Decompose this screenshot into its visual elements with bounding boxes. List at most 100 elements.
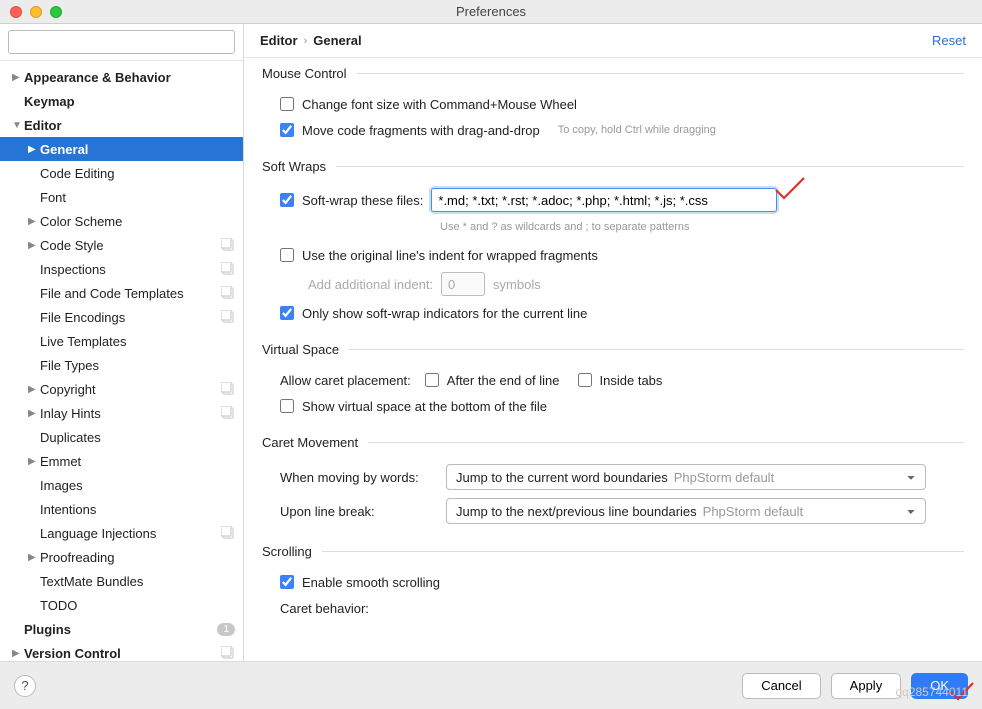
project-scope-icon [221,310,235,324]
label: Add additional indent: [308,277,433,292]
help-button[interactable]: ? [14,675,36,697]
breadcrumb-2: General [313,33,361,48]
section-legend: Mouse Control [262,66,357,81]
project-scope-icon [221,262,235,276]
count-badge: 1 [217,623,235,636]
chevron-right-icon: › [304,35,308,47]
sidebar-item-images[interactable]: Images [0,473,243,497]
sidebar-item-label: Proofreading [40,550,235,565]
sidebar-item-live-templates[interactable]: Live Templates [0,329,243,353]
sidebar-item-textmate-bundles[interactable]: TextMate Bundles [0,569,243,593]
project-scope-icon [221,526,235,540]
sidebar-item-code-style[interactable]: ▶Code Style [0,233,243,257]
sidebar-item-label: Version Control [24,646,221,661]
virtual-space-section: Virtual Space Allow caret placement: Aft… [262,342,964,435]
softwrap-files-checkbox[interactable] [280,193,294,207]
label: Show virtual space at the bottom of the … [302,399,547,414]
additional-indent-input [441,272,485,296]
sidebar-item-editor[interactable]: ▼Editor [0,113,243,137]
content-area[interactable]: Mouse Control Change font size with Comm… [244,58,982,661]
sidebar-item-label: Language Injections [40,526,221,541]
caret-movement-section: Caret Movement When moving by words: Jum… [262,435,964,544]
close-icon[interactable] [10,6,22,18]
sidebar-item-file-and-code-templates[interactable]: File and Code Templates [0,281,243,305]
sidebar-item-todo[interactable]: TODO [0,593,243,617]
softwrap-patterns-input[interactable] [431,188,777,212]
traffic-lights [0,6,62,18]
sidebar-item-language-injections[interactable]: Language Injections [0,521,243,545]
sidebar-item-keymap[interactable]: Keymap [0,89,243,113]
sidebar-item-intentions[interactable]: Intentions [0,497,243,521]
disclosure-arrow-icon: ▶ [28,384,40,395]
project-scope-icon [221,286,235,300]
sidebar-item-duplicates[interactable]: Duplicates [0,425,243,449]
reset-link[interactable]: Reset [932,33,966,48]
move-fragments-checkbox[interactable] [280,123,294,137]
sidebar-item-emmet[interactable]: ▶Emmet [0,449,243,473]
show-virtual-bottom-checkbox[interactable] [280,399,294,413]
hint: Use * and ? as wildcards and ; to separa… [440,221,689,233]
line-break-select[interactable]: Jump to the next/previous line boundarie… [446,498,926,524]
breadcrumb-header: Editor › General Reset [244,24,982,58]
minimize-icon[interactable] [30,6,42,18]
sidebar-item-font[interactable]: Font [0,185,243,209]
label: Soft-wrap these files: [302,193,423,208]
smooth-scrolling-checkbox[interactable] [280,575,294,589]
project-scope-icon [221,406,235,420]
settings-tree[interactable]: ▶Appearance & BehaviorKeymap▼Editor▶Gene… [0,61,243,661]
sidebar-item-proofreading[interactable]: ▶Proofreading [0,545,243,569]
body: ▶Appearance & BehaviorKeymap▼Editor▶Gene… [0,24,982,661]
inside-tabs-checkbox[interactable] [578,373,592,387]
sidebar-item-label: Duplicates [40,430,235,445]
only-show-indicators-checkbox[interactable] [280,306,294,320]
moving-by-words-select[interactable]: Jump to the current word boundaries PhpS… [446,464,926,490]
sidebar-item-version-control[interactable]: ▶Version Control [0,641,243,661]
cancel-button[interactable]: Cancel [742,673,820,699]
label: After the end of line [447,373,560,388]
sidebar-item-label: File Types [40,358,235,373]
search-wrap [0,24,243,61]
use-original-indent-checkbox[interactable] [280,248,294,262]
sidebar-item-label: Plugins [24,622,217,637]
label: symbols [493,277,541,292]
disclosure-arrow-icon: ▶ [28,144,40,155]
sidebar-item-code-editing[interactable]: Code Editing [0,161,243,185]
sidebar-item-file-encodings[interactable]: File Encodings [0,305,243,329]
disclosure-arrow-icon: ▶ [28,408,40,419]
label: Move code fragments with drag-and-drop [302,123,540,138]
sidebar-item-plugins[interactable]: Plugins1 [0,617,243,641]
sidebar-item-inlay-hints[interactable]: ▶Inlay Hints [0,401,243,425]
maximize-icon[interactable] [50,6,62,18]
section-legend: Scrolling [262,544,322,559]
disclosure-arrow-icon: ▶ [12,72,24,83]
disclosure-arrow-icon: ▶ [12,648,24,659]
label: Allow caret placement: [280,373,411,388]
mouse-control-section: Mouse Control Change font size with Comm… [262,66,964,159]
sidebar-item-copyright[interactable]: ▶Copyright [0,377,243,401]
search-input[interactable] [8,30,235,54]
label: Caret behavior: [280,601,369,616]
change-font-size-checkbox[interactable] [280,97,294,111]
sidebar-item-label: TODO [40,598,235,613]
sidebar-item-label: Color Scheme [40,214,235,229]
sidebar-item-inspections[interactable]: Inspections [0,257,243,281]
label: Change font size with Command+Mouse Whee… [302,97,577,112]
sidebar-item-color-scheme[interactable]: ▶Color Scheme [0,209,243,233]
label: Enable smooth scrolling [302,575,440,590]
after-eol-checkbox[interactable] [425,373,439,387]
ok-button[interactable]: OK [911,673,968,699]
disclosure-arrow-icon: ▶ [28,552,40,563]
sidebar-item-file-types[interactable]: File Types [0,353,243,377]
sidebar-item-label: Inspections [40,262,221,277]
disclosure-arrow-icon: ▶ [28,456,40,467]
preferences-window: Preferences ▶Appearance & BehaviorKeymap… [0,0,982,709]
scrolling-section: Scrolling Enable smooth scrolling Caret … [262,544,964,637]
disclosure-arrow-icon: ▼ [12,120,24,131]
sidebar-item-label: Emmet [40,454,235,469]
apply-button[interactable]: Apply [831,673,902,699]
sidebar-item-appearance-behavior[interactable]: ▶Appearance & Behavior [0,65,243,89]
sidebar-item-label: Editor [24,118,235,133]
project-scope-icon [221,238,235,252]
titlebar: Preferences [0,0,982,24]
sidebar-item-general[interactable]: ▶General [0,137,243,161]
